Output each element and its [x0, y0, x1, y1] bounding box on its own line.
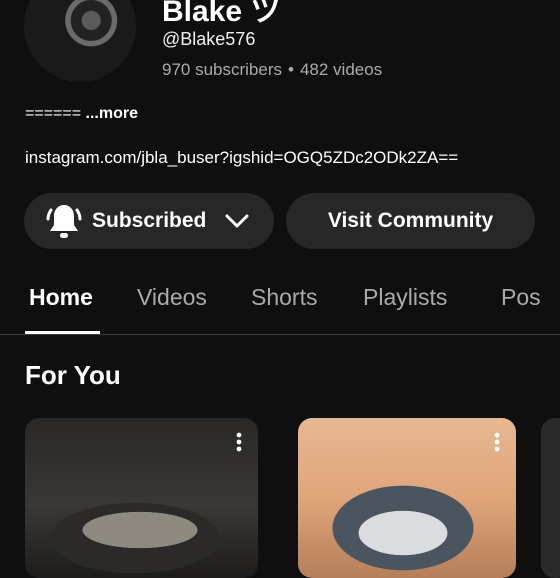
- subscribed-button[interactable]: Subscribed: [24, 193, 274, 249]
- subscriber-count: 970 subscribers: [162, 60, 283, 79]
- channel-avatar[interactable]: [24, 0, 136, 82]
- subscribed-label: Subscribed: [92, 209, 207, 232]
- video-card[interactable]: [25, 418, 258, 578]
- tabs-divider: [0, 334, 560, 335]
- tab-home[interactable]: Home: [29, 284, 93, 311]
- description-text: ======: [25, 105, 86, 122]
- chevron-down-icon: [225, 214, 249, 228]
- tab-posts[interactable]: Pos: [501, 284, 541, 311]
- tab-shorts[interactable]: Shorts: [251, 284, 317, 311]
- channel-link[interactable]: instagram.com/jbla_buser?igshid=OGQ5ZDc2…: [25, 148, 458, 168]
- more-vert-icon[interactable]: [494, 432, 500, 452]
- visit-community-button[interactable]: Visit Community: [286, 193, 535, 249]
- bell-icon: [46, 205, 82, 238]
- channel-tabs: Home Videos Shorts Playlists Pos: [0, 272, 560, 334]
- video-card[interactable]: [541, 418, 560, 578]
- video-card[interactable]: [298, 418, 516, 578]
- more-vert-icon[interactable]: [236, 432, 242, 452]
- video-count: 482 videos: [299, 60, 383, 79]
- channel-handle: @Blake576: [162, 29, 256, 49]
- tab-videos[interactable]: Videos: [137, 284, 207, 311]
- channel-name: Blake ツ: [162, 0, 281, 28]
- channel-description[interactable]: ====== ...more: [25, 105, 138, 123]
- tab-playlists[interactable]: Playlists: [363, 284, 447, 311]
- more-link[interactable]: ...more: [86, 105, 138, 122]
- section-title: For You: [25, 360, 121, 390]
- channel-stats: 970 subscribers • 482 videos: [162, 60, 382, 80]
- stats-separator: •: [288, 60, 294, 79]
